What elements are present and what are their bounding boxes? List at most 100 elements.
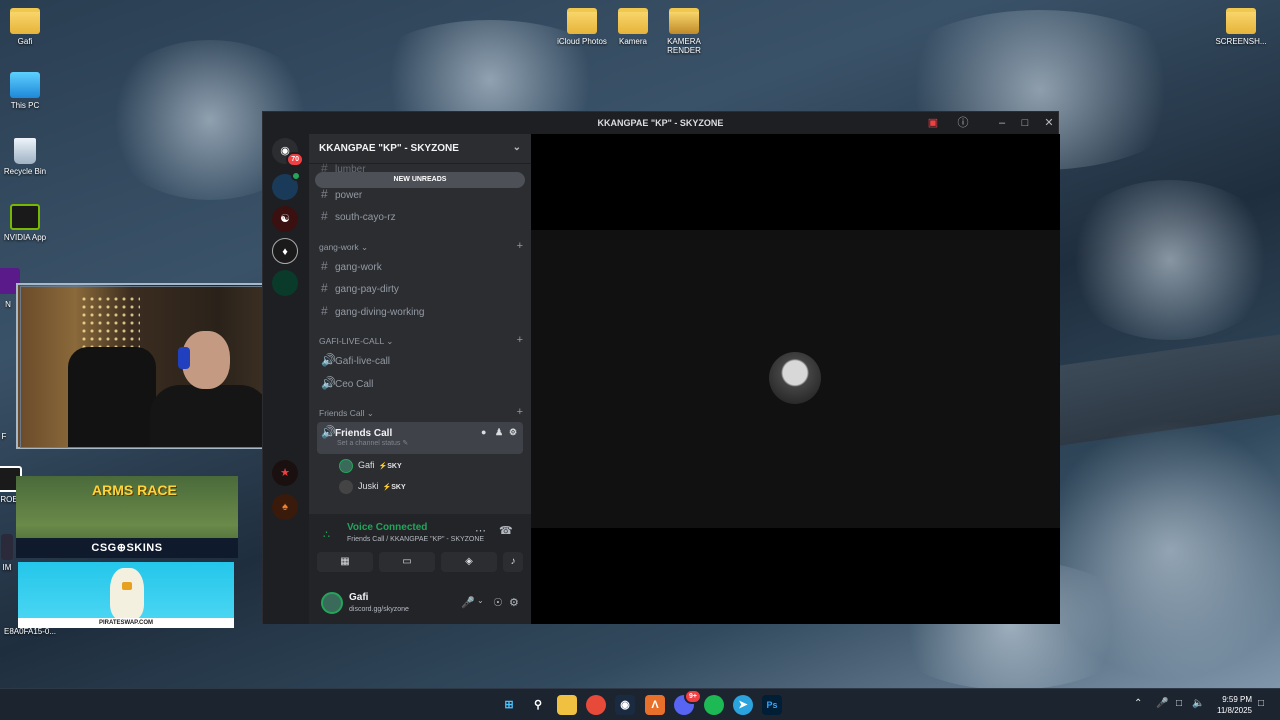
channel-name: south-cayo-rz <box>335 212 396 223</box>
spotify-icon[interactable] <box>704 695 724 715</box>
clock-date: 11/8/2025 <box>1217 706 1252 715</box>
server-list: ◉ 70 ☯ ♦ ★ ♠ <box>263 134 309 624</box>
folder-icon <box>1226 8 1256 34</box>
server-icon[interactable]: ★ <box>272 460 298 486</box>
channel-gang-diving-working[interactable]: # gang-diving-working <box>317 301 523 321</box>
channel-gang-pay-dirty[interactable]: # gang-pay-dirty <box>317 278 523 298</box>
ad-pirateswap[interactable]: PIRATESWAP.COM <box>18 562 234 628</box>
headset <box>178 347 190 369</box>
voice-channel-gafi-live-call[interactable]: 🔊Gafi-live-call <box>317 350 523 370</box>
chat-icon[interactable]: ● <box>481 422 486 442</box>
voice-channel-friends-call[interactable]: 🔊Friends Call Set a channel status ✎ ● ♟… <box>317 422 523 454</box>
category-friends-call[interactable]: Friends Call ⌄ + <box>319 406 523 419</box>
help-icon[interactable]: ⓘ <box>955 115 971 131</box>
microphone-icon[interactable]: 🎤 <box>461 596 475 609</box>
discord-icon[interactable]: 9+ <box>674 689 702 715</box>
ad-arms-race[interactable]: ARMS RACE CSG⊕SKINS <box>16 476 238 558</box>
photoshop-icon[interactable]: Ps <box>762 695 782 715</box>
category-gang-work[interactable]: gang-work ⌄ + <box>319 240 523 253</box>
add-channel-icon[interactable]: + <box>517 240 523 252</box>
user-tag: ⚡SKY <box>383 484 406 491</box>
disconnect-icon[interactable]: ☎ <box>499 524 513 537</box>
voice-user[interactable]: Juski ⚡SKY <box>339 477 406 495</box>
username[interactable]: Gafi <box>349 592 368 603</box>
desktop-icon-this-pc[interactable]: This PC <box>0 72 58 110</box>
steam-icon[interactable]: ◉ <box>615 695 635 715</box>
invite-icon[interactable]: ♟ <box>495 422 503 442</box>
desktop-icon-gafi[interactable]: Gafi <box>0 8 58 46</box>
soundboard-button[interactable]: ♪ <box>503 552 523 572</box>
voice-user[interactable]: Gafi ⚡SKY <box>339 456 402 474</box>
clock[interactable]: 9:59 PM 11/8/2025 <box>1217 694 1252 716</box>
desktop-icon-nvidia[interactable]: NVIDIA App <box>0 204 58 242</box>
activities-button[interactable]: ◈ <box>441 552 497 572</box>
user-status: discord.gg/skyzone <box>349 606 409 613</box>
video-tile[interactable] <box>531 230 1060 528</box>
channel-gang-work[interactable]: # gang-work <box>317 256 523 276</box>
add-channel-icon[interactable]: + <box>517 334 523 346</box>
app-icon[interactable]: Λ <box>645 695 665 715</box>
nvidia-icon <box>10 204 40 230</box>
camera-off-button[interactable]: ▦ <box>317 552 373 572</box>
folder-icon <box>618 8 648 34</box>
server-icon[interactable]: ♦ <box>272 238 298 264</box>
category-name: Friends Call <box>319 408 365 418</box>
chrome-icon[interactable] <box>586 695 606 715</box>
voice-user-panel: ∴ Voice Connected Friends Call / KKANGPA… <box>309 514 531 624</box>
minimize-icon[interactable]: – <box>994 115 1010 131</box>
gear-icon[interactable]: ⚙ <box>509 422 517 442</box>
notification-icon[interactable]: □ <box>1258 698 1264 709</box>
close-icon[interactable]: ✕ <box>1041 115 1057 131</box>
server-icon[interactable] <box>272 171 301 200</box>
desktop-icon-screenshots[interactable]: SCREENSH... <box>1208 8 1274 46</box>
telegram-icon[interactable]: ➤ <box>733 695 753 715</box>
direct-messages-icon[interactable]: ◉ 70 <box>272 138 304 167</box>
ad-brand: CSG⊕SKINS <box>16 538 238 558</box>
chevron-down-icon[interactable]: ⌄ <box>477 596 484 605</box>
server-icon[interactable] <box>272 270 298 296</box>
start-icon[interactable]: ⊞ <box>499 695 519 715</box>
network-icon[interactable]: □ <box>1176 698 1182 709</box>
inbox-icon[interactable]: ▣ <box>925 115 941 131</box>
voice-connected-label[interactable]: Voice Connected <box>347 522 427 533</box>
screen-share-button[interactable]: ▭ <box>379 552 435 572</box>
ad-title: ARMS RACE <box>92 482 177 498</box>
desktop-icon-recycle-bin[interactable]: Recycle Bin <box>0 138 58 176</box>
chevron-up-icon[interactable]: ⌃ <box>1134 698 1142 709</box>
clock-time: 9:59 PM <box>1222 695 1252 704</box>
category-gafi-live-call[interactable]: GAFI-LIVE-CALL ⌄ + <box>319 334 523 347</box>
avatar[interactable] <box>321 592 343 614</box>
category-name: GAFI-LIVE-CALL <box>319 336 384 346</box>
microphone-icon[interactable]: 🎤 <box>1156 698 1168 709</box>
speaker-icon: 🔊 <box>321 353 336 367</box>
participant-avatar <box>769 352 821 404</box>
desktop-icon-label: KAMERA RENDER <box>667 37 701 55</box>
desktop-icon-kamera-render[interactable]: KAMERA RENDER <box>651 8 717 55</box>
channel-south-cayo-rz[interactable]: # south-cayo-rz <box>317 206 523 226</box>
discord-window: KKANGPAE "KP" - SKYZONE ▣ ⓘ – □ ✕ ◉ 70 ☯ … <box>262 111 1060 624</box>
server-icon[interactable]: ☯ <box>272 206 298 232</box>
signal-icon[interactable]: ∴ <box>323 528 330 541</box>
volume-icon[interactable]: 🔈 <box>1192 698 1204 709</box>
add-channel-icon[interactable]: + <box>517 406 523 418</box>
streamer-body <box>150 385 270 447</box>
search-icon[interactable]: ⚲ <box>528 695 548 715</box>
channel-name: gang-pay-dirty <box>335 284 399 295</box>
server-icon[interactable]: ♠ <box>272 494 298 520</box>
headphones-icon[interactable]: ☉ <box>493 596 503 609</box>
file-explorer-icon[interactable] <box>557 695 577 715</box>
guild-header[interactable]: KKANGPAE "KP" - SKYZONE ⌄ <box>309 134 531 164</box>
app-icon <box>1 534 13 560</box>
desktop-icon-label: Kamera <box>618 37 647 46</box>
gear-icon[interactable]: ⚙ <box>509 596 519 609</box>
voice-user-name: Juski <box>358 481 379 491</box>
desktop-icon-e8a0[interactable]: E8A0FA15-0... <box>4 627 80 636</box>
voice-channel-ceo-call[interactable]: 🔊Ceo Call <box>317 373 523 393</box>
speaker-icon: 🔊 <box>321 425 336 439</box>
chicken-mascot <box>110 568 144 620</box>
noise-suppression-icon[interactable]: ⋯ <box>475 524 486 537</box>
channel-status[interactable]: Set a channel status ✎ <box>337 434 408 454</box>
new-unreads-banner[interactable]: NEW UNREADS <box>315 172 525 188</box>
hash-icon: # <box>321 281 328 295</box>
maximize-icon[interactable]: □ <box>1017 115 1033 131</box>
